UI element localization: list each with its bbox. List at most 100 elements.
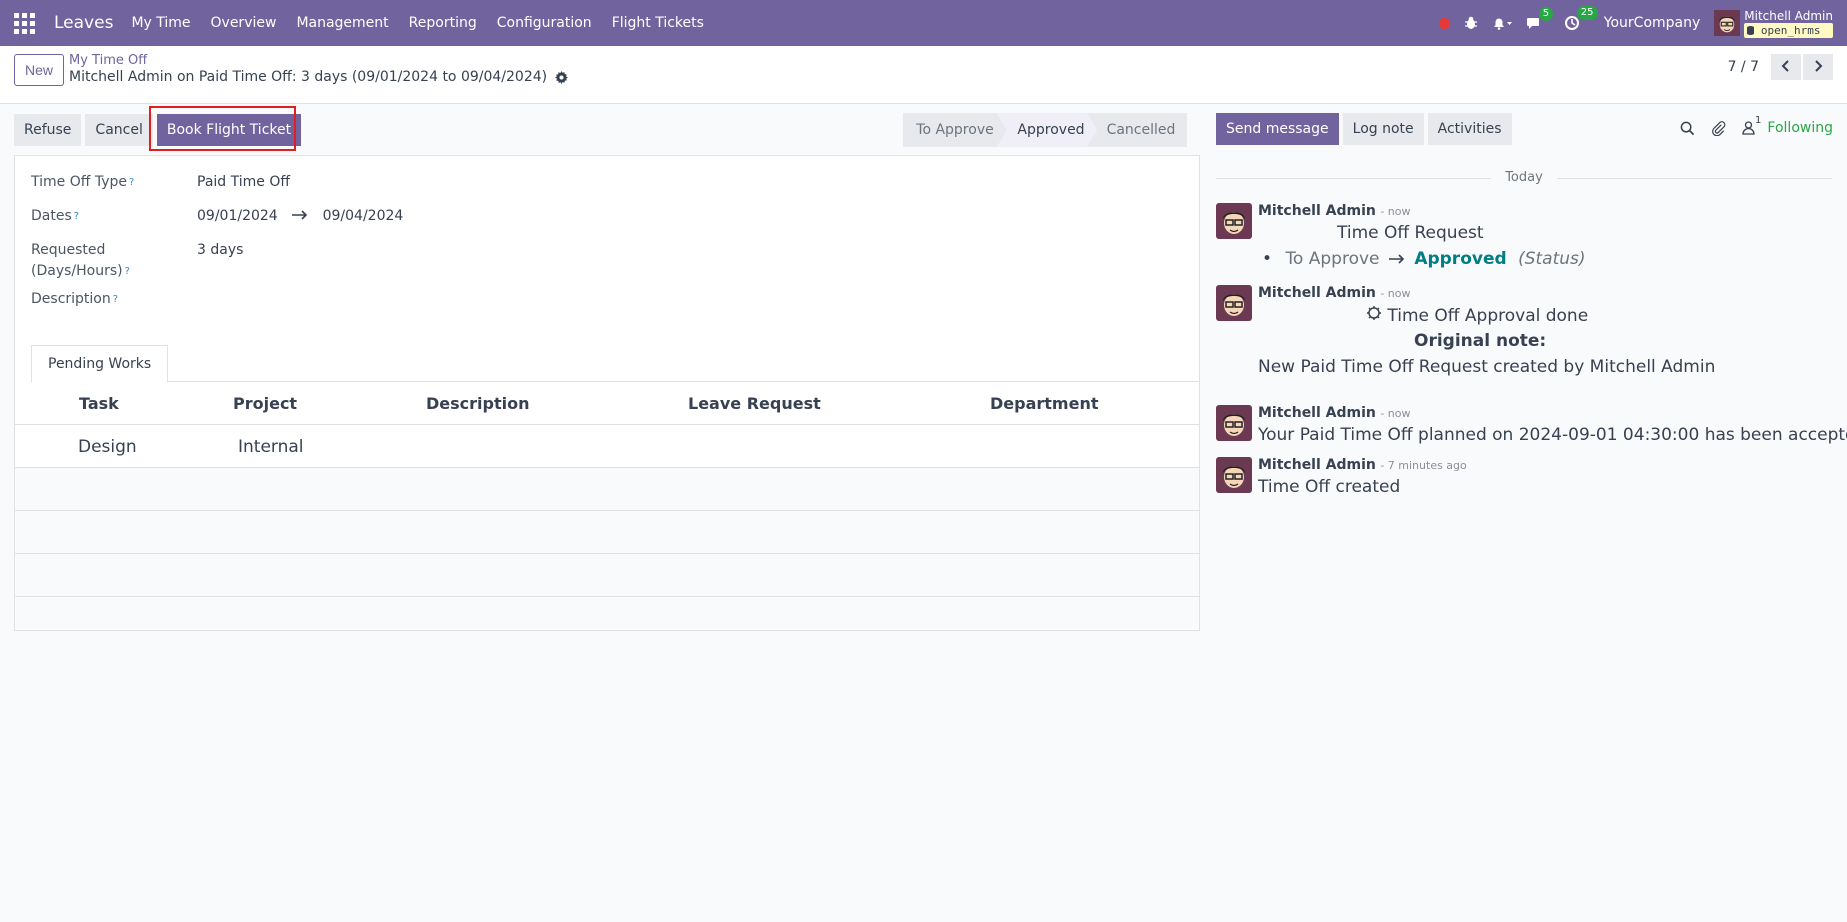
column-department[interactable]: Department [990,394,1098,413]
breadcrumb-current: Mitchell Admin on Paid Time Off: 3 days … [69,69,569,85]
form-sheet: Time Off Type? Paid Time Off Dates? 09/0… [14,155,1200,631]
chevron-left-icon [1781,59,1791,75]
pending-works-table: Task Project Description Leave Request D… [15,382,1199,629]
control-panel: New My Time Off Mitchell Admin on Paid T… [0,46,1847,104]
notebook-tabs: Pending Works [31,345,1199,383]
activities-count-badge: 25 [1576,6,1598,20]
help-icon[interactable]: ? [113,294,118,305]
message-date: - now [1380,205,1411,218]
date-to[interactable]: 09/04/2024 [323,208,404,224]
chatter-tools: 1 Following [1668,115,1833,136]
pager-previous-button[interactable] [1771,54,1801,80]
pager-value[interactable]: 7 / 7 [1728,59,1759,75]
following-button[interactable]: Following [1767,120,1833,136]
menu-management[interactable]: Management [296,15,388,31]
followers-count: 1 [1755,115,1762,126]
help-icon[interactable]: ? [74,211,79,222]
new-value: Approved [1414,249,1507,269]
user-avatar[interactable] [1714,10,1741,36]
activities-clock-icon[interactable]: 25 [1564,6,1598,31]
menu-overview[interactable]: Overview [211,15,277,31]
chatter-message: Mitchell Admin - now Your Paid Time Off … [1216,405,1847,449]
notification-bell-icon[interactable] [1492,16,1512,30]
company-switcher[interactable]: YourCompany [1604,15,1701,31]
help-icon[interactable]: ? [125,266,130,277]
message-date: - now [1380,287,1411,300]
menu-configuration[interactable]: Configuration [497,15,592,31]
book-flight-ticket-button[interactable]: Book Flight Ticket [156,114,302,146]
new-button[interactable]: New [14,54,65,86]
author-avatar[interactable] [1216,457,1252,493]
search-icon[interactable] [1680,121,1695,136]
log-note-button[interactable]: Log note [1342,113,1424,145]
column-leave-request[interactable]: Leave Request [688,394,821,413]
message-author[interactable]: Mitchell Admin [1258,285,1376,301]
paperclip-icon[interactable] [1711,120,1726,136]
tab-pending-works[interactable]: Pending Works [31,345,169,383]
table-row-empty [15,468,1199,511]
message-body: Your Paid Time Off planned on 2024-09-01… [1258,425,1847,445]
message-subtitle: Original note: [1414,331,1547,351]
status-cancelled[interactable]: Cancelled [1087,113,1187,147]
field-dates: Dates? 09/01/2024 09/04/2024 [31,206,403,227]
date-from[interactable]: 09/01/2024 [197,208,278,224]
pager: 7 / 7 [1728,54,1833,80]
recording-icon[interactable] [1438,17,1450,29]
chevron-right-icon [1813,59,1823,75]
chatter-message: Mitchell Admin - 7 minutes ago Time Off … [1216,457,1836,501]
table-header: Task Project Description Leave Request D… [15,382,1199,425]
old-value: To Approve [1285,249,1380,269]
breadcrumb-parent[interactable]: My Time Off [69,53,147,68]
cancel-button[interactable]: Cancel [85,114,153,146]
status-approved[interactable]: Approved [997,113,1097,147]
message-date: - 7 minutes ago [1380,459,1467,472]
message-author[interactable]: Mitchell Admin [1258,405,1376,421]
pager-next-button[interactable] [1803,54,1833,80]
messages-icon[interactable]: 5 [1526,6,1554,31]
table-row-empty [15,597,1199,629]
send-message-button[interactable]: Send message [1216,113,1339,145]
column-project[interactable]: Project [233,394,297,413]
debug-bug-icon[interactable] [1464,16,1478,30]
app-name[interactable]: Leaves [54,13,113,33]
field-time-off-type: Time Off Type? Paid Time Off [31,172,290,193]
column-task[interactable]: Task [79,394,119,413]
menu-my-time[interactable]: My Time [131,15,190,31]
followers-icon[interactable]: 1 [1742,115,1761,135]
app-menu-icon[interactable] [12,11,36,35]
column-description[interactable]: Description [426,394,529,413]
message-author[interactable]: Mitchell Admin [1258,203,1376,219]
user-name: Mitchell Admin [1744,8,1833,23]
help-icon[interactable]: ? [129,177,134,188]
menu-flight-tickets[interactable]: Flight Tickets [612,15,704,31]
author-avatar[interactable] [1216,203,1252,239]
message-author[interactable]: Mitchell Admin [1258,457,1376,473]
cell-task: Design [78,437,137,457]
user-menu[interactable]: Mitchell Admin open_hrms [1714,9,1833,38]
description-label: Description? [31,291,119,307]
arrow-right-icon [292,208,308,224]
time-off-type-value[interactable]: Paid Time Off [197,172,290,193]
top-navbar: Leaves My Time Overview Management Repor… [0,0,1847,46]
cell-project: Internal [238,437,304,457]
status-bar: To Approve Approved Cancelled [903,113,1187,147]
requested-label: Requested (Days/Hours)? [31,242,130,279]
field-requested: Requested (Days/Hours)? 3 days [31,240,243,282]
gear-icon[interactable] [555,70,569,84]
author-avatar[interactable] [1216,405,1252,441]
bullet: • [1262,249,1273,269]
requested-value[interactable]: 3 days [197,240,243,282]
database-name: open_hrms [1760,23,1821,37]
chatter-topbar: Send message Log note Activities [1216,113,1516,145]
author-avatar[interactable] [1216,285,1252,321]
activities-button[interactable]: Activities [1427,113,1512,145]
table-row[interactable]: Design Internal [15,425,1199,468]
refuse-button[interactable]: Refuse [14,114,82,146]
form-action-bar: Refuse Cancel Book Flight Ticket [14,114,305,146]
dates-value: 09/01/2024 09/04/2024 [197,206,403,227]
status-to-approve[interactable]: To Approve [903,113,1007,147]
database-tag: open_hrms [1744,22,1833,38]
tracking-value: • To Approve Approved (Status) [1262,249,1586,269]
menu-reporting[interactable]: Reporting [409,15,477,31]
message-date: - now [1380,407,1411,420]
